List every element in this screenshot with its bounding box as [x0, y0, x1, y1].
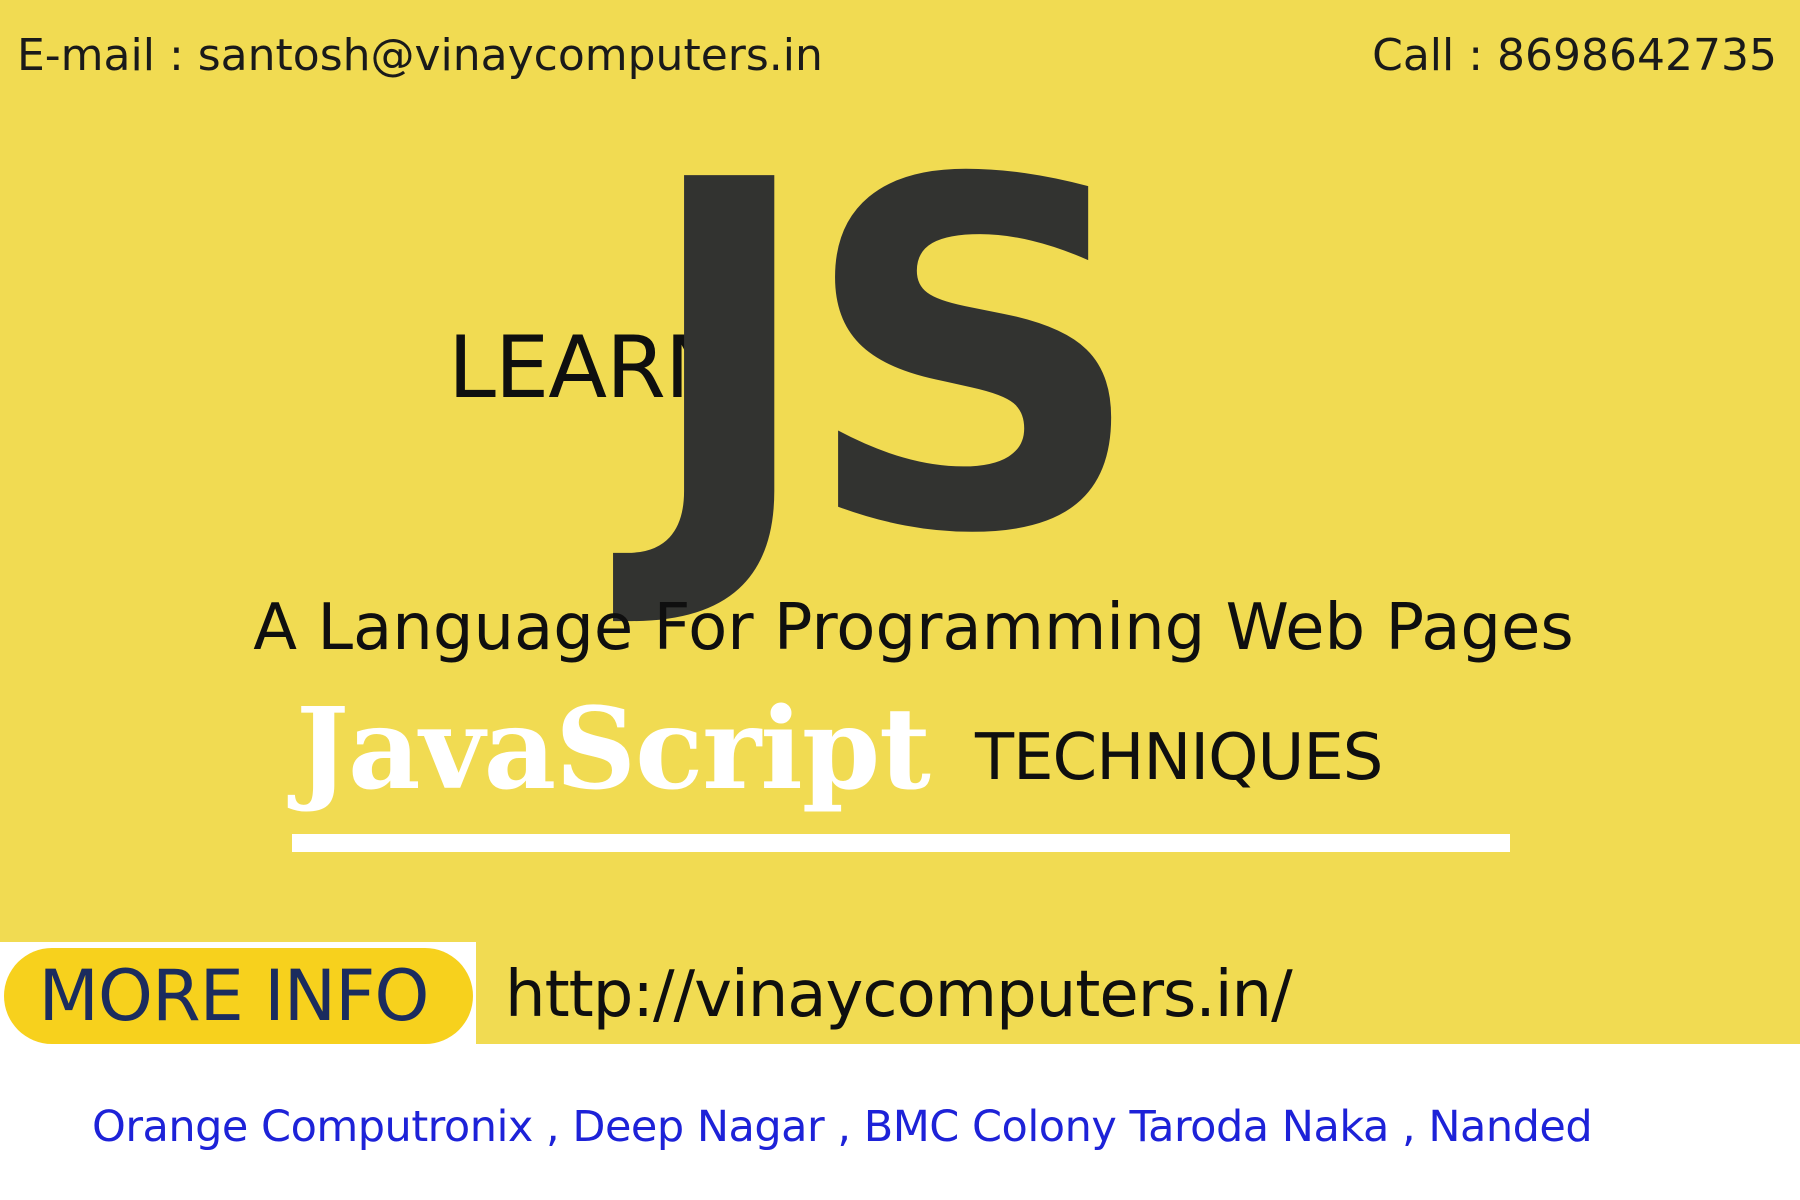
javascript-wordmark: JavaScript: [296, 684, 931, 815]
js-logo-text: JS: [610, 80, 1128, 639]
wordmark-underline: [292, 834, 1510, 852]
contact-email[interactable]: E-mail : santosh@vinaycomputers.in: [17, 30, 823, 82]
js-logo: JS: [610, 80, 1146, 639]
contact-phone[interactable]: Call : 8698642735: [1372, 30, 1777, 82]
footer-address: Orange Computronix , Deep Nagar , BMC Co…: [92, 1102, 1593, 1152]
techniques-label: TECHNIQUES: [975, 721, 1383, 795]
more-info-button[interactable]: MORE INFO: [4, 948, 473, 1044]
tagline: A Language For Programming Web Pages: [253, 591, 1574, 665]
website-link[interactable]: http://vinaycomputers.in/: [505, 957, 1293, 1033]
